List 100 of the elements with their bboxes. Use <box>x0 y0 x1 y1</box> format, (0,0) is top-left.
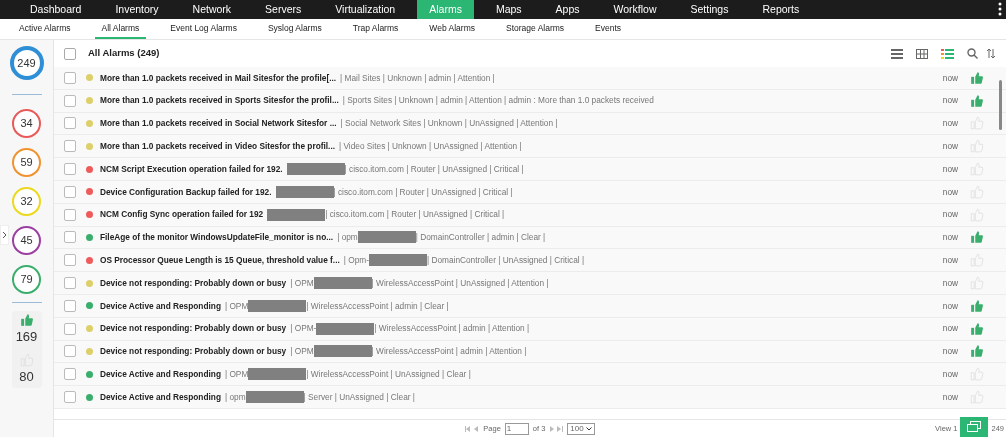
sub-tab[interactable]: Event Log Alarms <box>163 19 244 39</box>
alarm-message: Device not responding: Probably down or busy <box>100 276 287 290</box>
row-checkbox[interactable] <box>64 391 76 404</box>
alarm-row[interactable]: Device not responding: Probably down or busy | OPM- | WirelessAccessPoint | admin | Attention | now <box>54 317 1006 341</box>
alarm-row[interactable]: NCM Script Execution operation failed for 192. | cisco.itom.com | Router | UnAssigned | Critical | now <box>54 158 1006 181</box>
row-checkbox[interactable] <box>64 322 76 335</box>
alarm-row[interactable]: Device Active and Responding | opm | Server | UnAssigned | Clear | now <box>54 386 1006 409</box>
severity-count[interactable]: 79 <box>12 265 41 294</box>
alarm-details: | OPM <box>290 345 314 358</box>
alarm-row[interactable]: Device Active and Responding | OPM | WirelessAccessPoint | UnAssigned | Clear | now <box>54 363 1006 387</box>
alarm-time: now <box>942 71 958 85</box>
redaction-bar <box>267 208 326 221</box>
row-checkbox[interactable] <box>64 117 76 130</box>
alarm-time: now <box>942 94 958 107</box>
sort-icon[interactable] <box>986 48 996 59</box>
alarm-time: now <box>942 231 958 244</box>
alarm-message: More than 1.0 packets received in Social Network Sitesfor ... <box>100 117 337 130</box>
alarm-row[interactable]: More than 1.0 packets received in Sports Sitesfor the profil... | Sports Sites | Unknown | admin | Attention | admin : More than 1.0 packets received now <box>54 89 1006 113</box>
search-icon[interactable] <box>967 48 978 59</box>
alarm-time: now <box>942 140 958 153</box>
alarm-time: now <box>942 254 958 267</box>
severity-list-icon[interactable] <box>941 48 954 59</box>
row-checkbox[interactable] <box>64 231 76 244</box>
per-page-select[interactable]: 100 <box>567 422 595 435</box>
alarm-message: Device Active and Responding <box>100 299 221 313</box>
nav-tab[interactable]: Apps <box>543 0 592 19</box>
row-checkbox[interactable] <box>64 299 76 312</box>
row-checkbox[interactable] <box>64 254 76 267</box>
nav-tab[interactable]: Workflow <box>601 0 669 19</box>
alarm-row[interactable]: More than 1.0 packets received in Social Network Sitesfor ... | Social Network Sites | Unknown | UnAssigned | Attention | now <box>54 112 1006 136</box>
alarm-message: NCM Config Sync operation failed for 192 <box>100 208 264 221</box>
row-checkbox[interactable] <box>64 163 76 176</box>
alarm-row[interactable]: More than 1.0 packets received in Video Sitesfor the profil... | Video Sites | Unknown | UnAssigned | Attention | now <box>54 135 1006 159</box>
nav-tab[interactable]: Servers <box>253 0 314 19</box>
thumbs-up-icon <box>19 313 34 327</box>
alarm-message: Device not responding: Probably down or busy <box>100 322 287 335</box>
alarm-message: More than 1.0 packets received in Mail Sitesfor the profile[... <box>100 71 337 85</box>
alarm-details: | opm <box>337 231 358 244</box>
alarm-details: | DomainController | admin | Clear | <box>415 231 546 244</box>
redaction-bar <box>248 368 307 381</box>
alarm-row[interactable]: Device Configuration Backup failed for 192. | cisco.itom.com | Router | UnAssigned | Critical | now <box>54 181 1006 204</box>
sub-tab[interactable]: Storage Alarms <box>498 19 572 39</box>
redaction-bar <box>368 254 427 267</box>
select-all-checkbox[interactable] <box>64 47 76 60</box>
nav-tab[interactable]: Inventory <box>103 0 171 19</box>
alarm-details: | WirelessAccessPoint | admin | Clear | <box>306 299 449 313</box>
alarm-message: More than 1.0 packets received in Video Sitesfor the profil... <box>100 140 335 153</box>
alarm-time: now <box>942 162 958 176</box>
row-checkbox[interactable] <box>64 277 76 290</box>
alarm-details: | DomainController | UnAssigned | Critical | <box>426 254 585 267</box>
row-checkbox[interactable] <box>64 140 76 153</box>
alarm-details: | WirelessAccessPoint | admin | Attention | <box>371 345 527 358</box>
severity-count[interactable]: 34 <box>12 109 41 138</box>
row-checkbox[interactable] <box>64 185 76 198</box>
nav-tab[interactable]: Maps <box>483 0 534 19</box>
sub-tab[interactable]: Active Alarms <box>12 19 78 39</box>
severity-count[interactable]: 59 <box>12 148 41 177</box>
nav-tab[interactable]: Network <box>180 0 244 19</box>
sub-tab[interactable]: Events <box>588 19 629 39</box>
redaction-bar <box>245 391 304 404</box>
sub-tab[interactable]: All Alarms <box>94 19 147 39</box>
next-page-icon[interactable] <box>549 425 564 432</box>
alarm-row[interactable]: NCM Config Sync operation failed for 192 | cisco.itom.com | Router | UnAssigned | Critical | now <box>54 203 1006 227</box>
alarm-time: now <box>942 208 958 221</box>
alarm-details: | cisco.itom.com | Router | UnAssigned | Critical | <box>344 162 524 176</box>
first-page-icon[interactable] <box>465 425 480 432</box>
alarm-row[interactable]: OS Processor Queue Length is 15 Queue, threshold value f... | Opm- | DomainController | UnAssigned | Critical | now <box>54 249 1006 273</box>
alarm-message: FileAge of the monitor WindowsUpdateFile_monitor is no... <box>100 231 334 244</box>
alarm-time: now <box>942 322 958 335</box>
chat-button[interactable] <box>960 416 989 437</box>
alarm-row[interactable]: Device not responding: Probably down or busy | OPM | WirelessAccessPoint | UnAssigned | Attention | now <box>54 272 1006 295</box>
row-checkbox[interactable] <box>64 345 76 358</box>
alarm-details: | Mail Sites | Unknown | admin | Attention | <box>340 71 495 85</box>
sub-tab[interactable]: Trap Alarms <box>345 19 406 39</box>
severity-count[interactable]: 45 <box>12 226 41 255</box>
list-view-icon[interactable] <box>891 48 903 59</box>
expand-button[interactable] <box>0 225 9 245</box>
alarm-details: | OPM <box>290 276 314 290</box>
alarm-row[interactable]: More than 1.0 packets received in Mail Sitesfor the profile[... | Mail Sites | Unknown | admin | Attention | now <box>54 67 1006 90</box>
nav-tab[interactable]: Reports <box>750 0 812 19</box>
alarm-row[interactable]: Device not responding: Probably down or busy | OPM | WirelessAccessPoint | admin | Attention | now <box>54 340 1006 364</box>
alarm-row[interactable]: FileAge of the monitor WindowsUpdateFile_monitor is no... | opm | DomainController | admin | Clear | now <box>54 226 1006 250</box>
grid-view-icon[interactable] <box>916 48 928 59</box>
alarm-message: Device Active and Responding <box>100 390 221 404</box>
row-checkbox[interactable] <box>64 208 76 221</box>
more-icon[interactable] <box>998 2 1002 16</box>
alarm-time: now <box>942 117 958 130</box>
nav-tab[interactable]: Dashboard <box>18 0 94 19</box>
nav-tab[interactable]: Settings <box>678 0 741 19</box>
row-checkbox[interactable] <box>64 94 76 107</box>
alarm-details: | WirelessAccessPoint | admin | Attention | <box>374 322 530 335</box>
severity-count[interactable]: 32 <box>12 187 41 216</box>
sub-tab[interactable]: Web Alarms <box>422 19 482 39</box>
alarm-row[interactable]: Device Active and Responding | OPM | WirelessAccessPoint | admin | Clear | now <box>54 294 1006 318</box>
row-checkbox[interactable] <box>64 368 76 381</box>
row-checkbox[interactable] <box>64 71 76 84</box>
caret-icon <box>585 426 592 431</box>
nav-tab[interactable]: Virtualization <box>323 0 408 19</box>
page-input[interactable]: 1 <box>504 422 529 435</box>
sub-tab[interactable]: Syslog Alarms <box>260 19 329 39</box>
